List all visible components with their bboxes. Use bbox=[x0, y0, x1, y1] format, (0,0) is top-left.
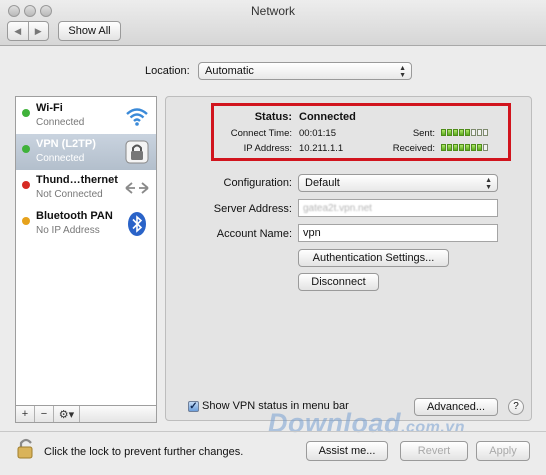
connect-time-label: Connect Time: bbox=[230, 128, 292, 139]
server-address-field[interactable]: gatea2t.vpn.net bbox=[298, 199, 498, 217]
watermark-logo: Download.com.vn bbox=[268, 408, 465, 438]
configuration-popup[interactable]: Default ▲ ▼ bbox=[298, 174, 498, 192]
meter-segment bbox=[447, 129, 452, 136]
meter-segment bbox=[459, 144, 464, 151]
meter-segment bbox=[441, 144, 446, 151]
service-item-bluetooth-pan[interactable]: Bluetooth PAN No IP Address bbox=[16, 206, 156, 242]
configuration-label: Configuration: bbox=[223, 177, 293, 189]
ip-address-label: IP Address: bbox=[243, 143, 292, 154]
meter-segment bbox=[483, 129, 488, 136]
authentication-settings-button[interactable]: Authentication Settings... bbox=[298, 249, 449, 267]
revert-button[interactable]: Revert bbox=[400, 441, 468, 461]
wifi-icon bbox=[126, 108, 148, 126]
show-vpn-status-checkbox[interactable]: ✓ bbox=[188, 401, 199, 412]
service-item-thunderbolt-ethernet[interactable]: Thund…thernet Not Connected bbox=[16, 170, 156, 206]
service-status: No IP Address bbox=[36, 225, 100, 236]
account-name-label: Account Name: bbox=[216, 228, 292, 240]
service-status: Not Connected bbox=[36, 189, 103, 200]
apply-button[interactable]: Apply bbox=[476, 441, 530, 461]
server-address-value: gatea2t.vpn.net bbox=[303, 202, 372, 214]
status-value: Connected bbox=[299, 111, 356, 123]
status-dot bbox=[22, 181, 30, 189]
service-list-toolbar: + − ⚙▾ bbox=[15, 405, 157, 423]
meter-segment bbox=[471, 129, 476, 136]
received-label: Received: bbox=[392, 143, 435, 154]
status-dot bbox=[22, 109, 30, 117]
meter-segment bbox=[465, 129, 470, 136]
status-dot bbox=[22, 145, 30, 153]
service-name: Bluetooth PAN bbox=[36, 210, 113, 222]
meter-segment bbox=[441, 129, 446, 136]
service-name: VPN (L2TP) bbox=[36, 138, 96, 150]
configuration-value: Default bbox=[305, 177, 340, 189]
back-forward-control: ◀ ▶ bbox=[7, 21, 49, 41]
show-all-button[interactable]: Show All bbox=[58, 21, 121, 41]
received-meter bbox=[441, 144, 488, 151]
popup-arrows-icon: ▲ ▼ bbox=[485, 177, 492, 191]
lock-icon bbox=[125, 140, 149, 164]
disconnect-button[interactable]: Disconnect bbox=[298, 273, 379, 291]
account-name-value: vpn bbox=[303, 227, 321, 239]
ip-address-value: 10.211.1.1 bbox=[299, 143, 344, 154]
footer-divider bbox=[0, 431, 546, 432]
meter-segment bbox=[465, 144, 470, 151]
title-bar: Network ◀ ▶ Show All bbox=[0, 0, 546, 46]
service-list: Wi-Fi Connected VPN (L2TP) Connected Thu… bbox=[15, 96, 157, 406]
forward-button[interactable]: ▶ bbox=[29, 22, 49, 40]
service-status: Connected bbox=[36, 117, 85, 128]
location-label: Location: bbox=[145, 65, 190, 77]
action-menu-button[interactable]: ⚙▾ bbox=[54, 406, 80, 422]
status-dot bbox=[22, 217, 30, 225]
service-item-vpn[interactable]: VPN (L2TP) Connected bbox=[16, 134, 156, 170]
add-service-button[interactable]: + bbox=[16, 406, 35, 422]
lock-message: Click the lock to prevent further change… bbox=[44, 446, 244, 458]
back-button[interactable]: ◀ bbox=[8, 22, 29, 40]
location-popup[interactable]: Automatic ▲ ▼ bbox=[198, 62, 412, 80]
meter-segment bbox=[459, 129, 464, 136]
meter-segment bbox=[453, 129, 458, 136]
remove-service-button[interactable]: − bbox=[35, 406, 54, 422]
help-button[interactable]: ? bbox=[508, 399, 524, 415]
popup-arrows-icon: ▲ ▼ bbox=[399, 65, 406, 79]
window-title: Network bbox=[250, 4, 295, 18]
assist-me-button[interactable]: Assist me... bbox=[306, 441, 388, 461]
meter-segment bbox=[477, 129, 482, 136]
sent-label: Sent: bbox=[412, 128, 435, 139]
sent-meter bbox=[441, 129, 488, 136]
account-name-field[interactable]: vpn bbox=[298, 224, 498, 242]
service-status: Connected bbox=[36, 153, 85, 164]
service-name: Wi-Fi bbox=[36, 102, 63, 114]
meter-segment bbox=[477, 144, 482, 151]
server-address-label: Server Address: bbox=[213, 203, 292, 215]
lock-icon[interactable] bbox=[16, 436, 36, 460]
meter-segment bbox=[471, 144, 476, 151]
ethernet-arrows-icon bbox=[125, 182, 149, 194]
service-name: Thund…thernet bbox=[36, 174, 118, 186]
status-label: Status: bbox=[254, 111, 292, 123]
location-value: Automatic bbox=[205, 65, 254, 77]
service-item-wifi[interactable]: Wi-Fi Connected bbox=[16, 98, 156, 134]
connect-time-value: 00:01:15 bbox=[299, 128, 336, 139]
meter-segment bbox=[447, 144, 452, 151]
bluetooth-icon bbox=[128, 212, 146, 236]
meter-segment bbox=[483, 144, 488, 151]
meter-segment bbox=[453, 144, 458, 151]
